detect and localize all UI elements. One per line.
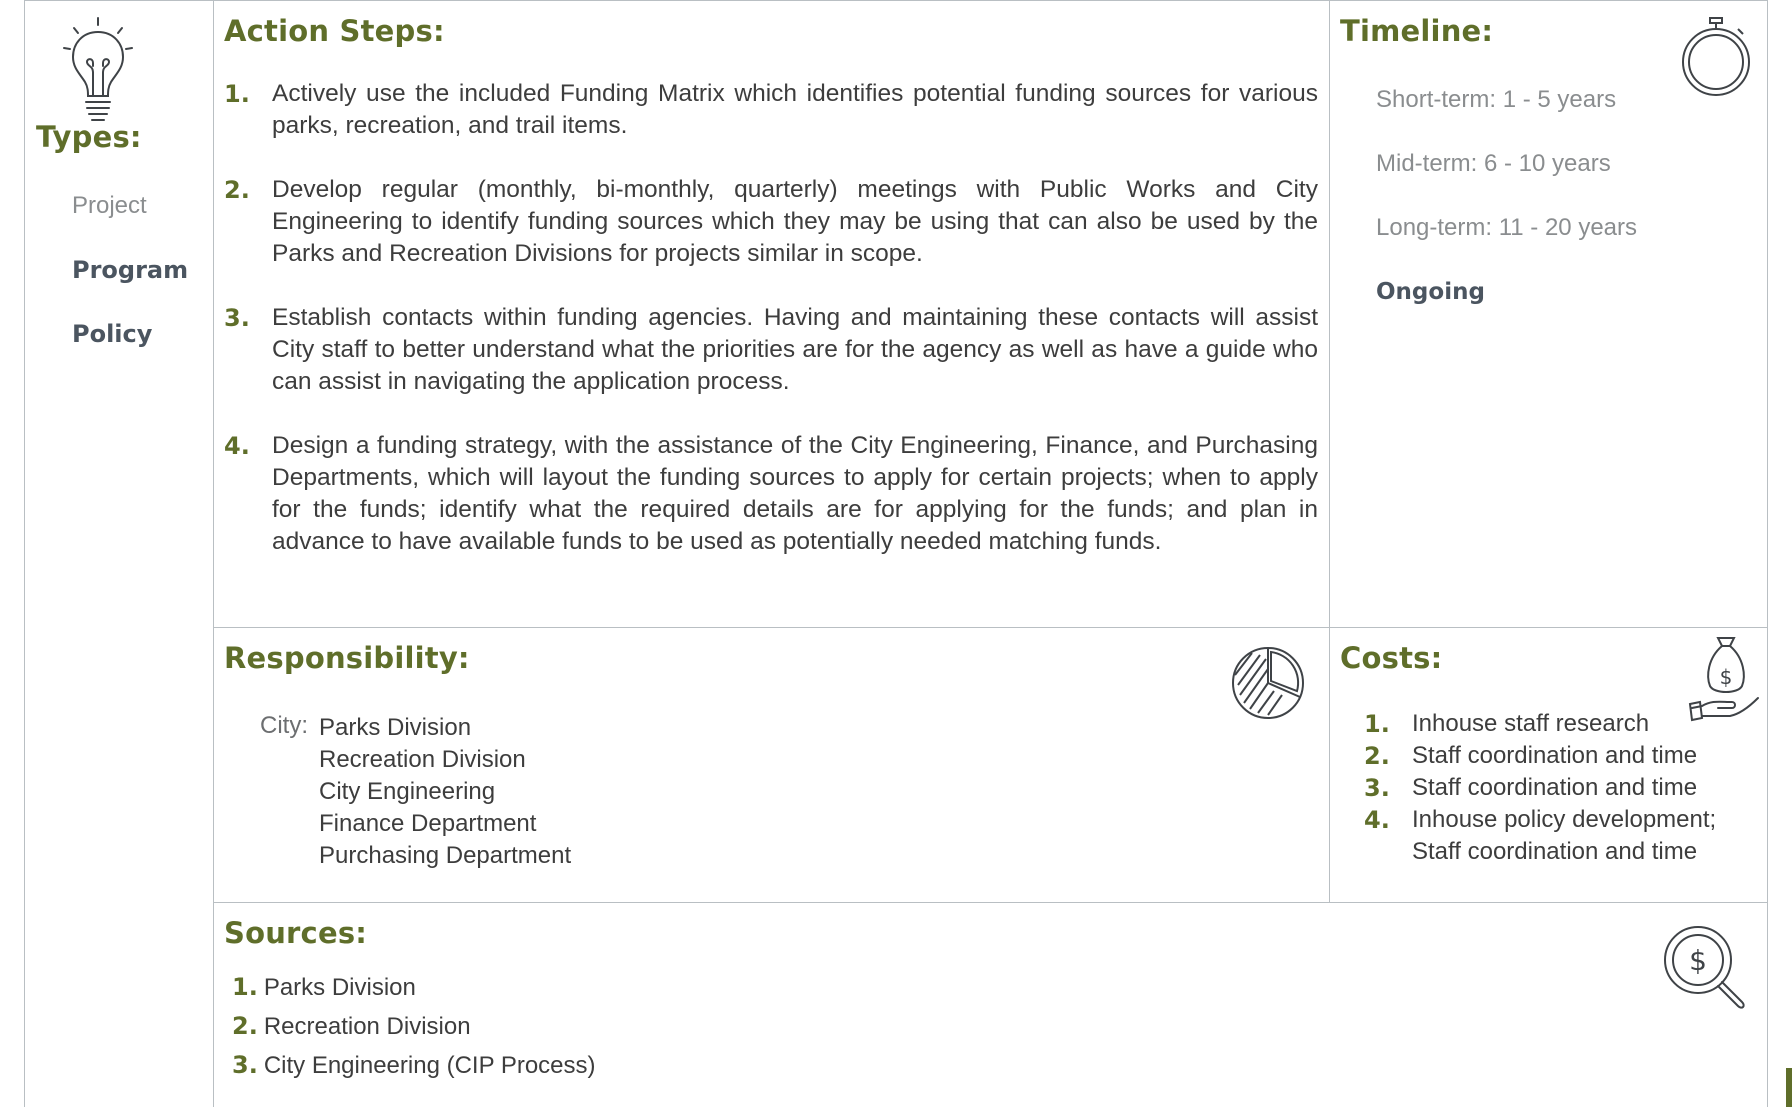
type-item-program: Program <box>72 256 189 284</box>
cost-item: 4. Inhouse policy development; <box>1364 804 1716 836</box>
source-item: 2. Recreation Division <box>232 1007 596 1046</box>
action-step: 4. Design a funding strategy, with the as… <box>224 430 1318 558</box>
action-step: 2. Develop regular (monthly, bi-monthly, … <box>224 174 1318 270</box>
timeline-list: Short-term: 1 - 5 years Mid-term: 6 - 10… <box>1376 82 1637 338</box>
types-divider <box>213 0 214 1107</box>
step-text: Design a funding strategy, with the assi… <box>272 432 1318 555</box>
responsibility-city-label: City: <box>260 712 308 739</box>
svg-text:$: $ <box>1689 944 1707 977</box>
dollar-magnifier-icon: $ <box>1662 924 1750 1012</box>
sources-heading: Sources: <box>224 916 368 950</box>
sources-list: 1. Parks Division 2. Recreation Division 3… <box>232 968 596 1085</box>
cost-text: Inhouse policy development; <box>1412 806 1717 833</box>
timeline-ongoing: Ongoing <box>1376 279 1485 305</box>
cost-number: 4. <box>1364 806 1390 834</box>
source-text: Parks Division <box>263 974 416 1001</box>
responsibility-item: City Engineering <box>319 778 496 805</box>
step-number: 2. <box>224 176 250 204</box>
responsibility-item: Recreation Division <box>319 746 526 773</box>
step-text: Actively use the included Funding Matrix… <box>272 80 1318 139</box>
type-item-project: Project <box>72 192 147 219</box>
source-text: Recreation Division <box>263 1013 471 1040</box>
action-step: 1. Actively use the included Funding Matr… <box>224 78 1318 142</box>
timeline-heading: Timeline: <box>1340 14 1494 48</box>
source-item: 3. City Engineering (CIP Process) <box>232 1046 596 1085</box>
action-step: 3. Establish contacts within funding agen… <box>224 302 1318 398</box>
right-border <box>1767 0 1768 1107</box>
cost-text: Staff coordination and time <box>1412 742 1698 769</box>
responsibility-heading: Responsibility: <box>224 641 470 675</box>
source-number: 2. <box>232 1012 258 1040</box>
responsibility-item: Parks Division <box>319 714 472 741</box>
step-text: Establish contacts within funding agenci… <box>272 304 1318 395</box>
bottom-row-divider <box>213 902 1768 903</box>
stopwatch-icon <box>1680 16 1752 96</box>
timeline-long-term: Long-term: 11 - 20 years <box>1376 214 1638 241</box>
left-border <box>24 0 25 1107</box>
page-edge-tab <box>1786 1068 1792 1107</box>
svg-text:$: $ <box>1720 665 1733 689</box>
action-steps-heading: Action Steps: <box>224 14 445 48</box>
responsibility-list: Parks Division Recreation Division City … <box>319 712 571 872</box>
source-item: 1. Parks Division <box>232 968 596 1007</box>
type-item-policy: Policy <box>72 320 153 348</box>
cost-number: 2. <box>1364 742 1390 770</box>
cost-item: 3. Staff coordination and time <box>1364 772 1716 804</box>
action-steps-list: 1. Actively use the included Funding Matr… <box>224 78 1318 590</box>
top-border <box>24 0 1768 1</box>
source-number: 1. <box>232 973 258 1001</box>
cost-text: Staff coordination and time <box>1412 838 1698 865</box>
responsibility-item: Finance Department <box>319 810 537 837</box>
responsibility-item: Purchasing Department <box>319 842 572 869</box>
cost-text: Inhouse staff research <box>1412 710 1650 737</box>
step-number: 1. <box>224 80 250 108</box>
middle-row-divider <box>213 627 1768 628</box>
timeline-divider <box>1329 0 1330 903</box>
timeline-short-term: Short-term: 1 - 5 years <box>1376 86 1617 113</box>
costs-heading: Costs: <box>1340 641 1443 675</box>
source-text: City Engineering (CIP Process) <box>263 1052 596 1079</box>
source-number: 3. <box>232 1051 258 1079</box>
pie-chart-icon <box>1230 645 1306 721</box>
types-list: Project Program Policy <box>72 186 188 378</box>
cost-number: 1. <box>1364 710 1390 738</box>
step-number: 4. <box>224 432 250 460</box>
types-heading: Types: <box>36 120 142 154</box>
cost-item: 1. Inhouse staff research <box>1364 708 1716 740</box>
cost-item-continuation: Staff coordination and time <box>1364 836 1716 868</box>
step-text: Develop regular (monthly, bi-monthly, qu… <box>272 176 1318 267</box>
costs-list: 1. Inhouse staff research 2. Staff coordin… <box>1364 708 1716 868</box>
lightbulb-icon <box>60 16 136 122</box>
cost-text: Staff coordination and time <box>1412 774 1698 801</box>
cost-number: 3. <box>1364 774 1390 802</box>
cost-item: 2. Staff coordination and time <box>1364 740 1716 772</box>
step-number: 3. <box>224 304 250 332</box>
timeline-mid-term: Mid-term: 6 - 10 years <box>1376 150 1611 177</box>
